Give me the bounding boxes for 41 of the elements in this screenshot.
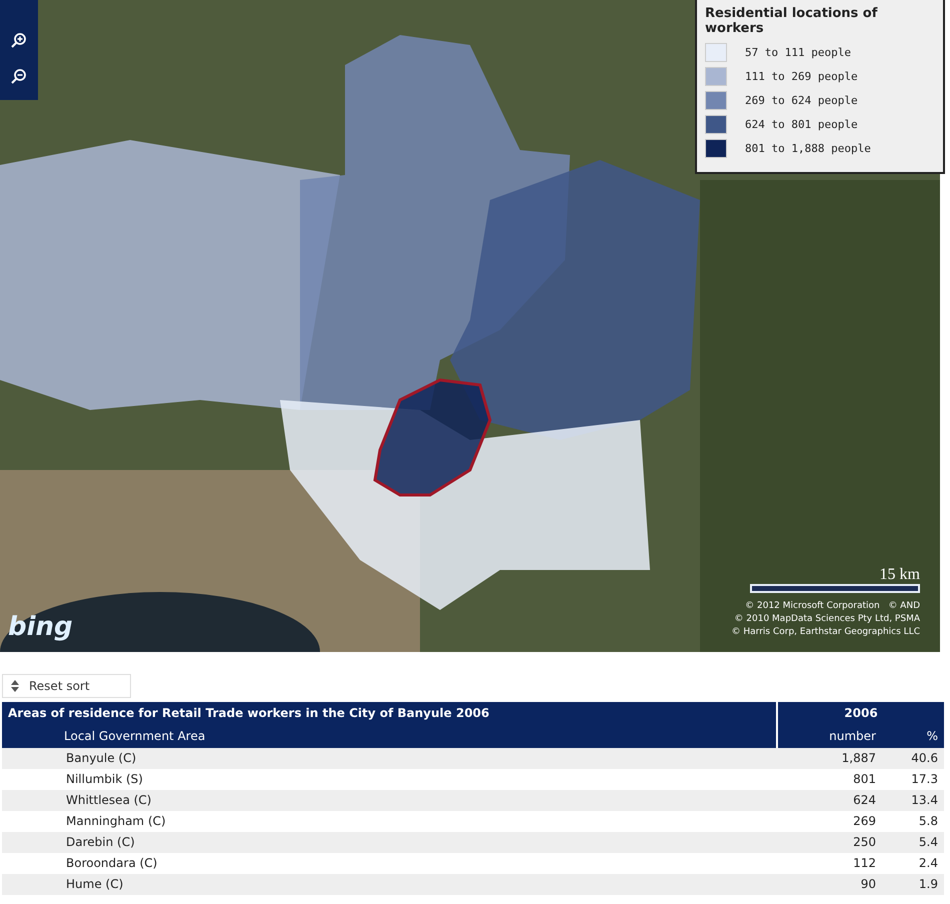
table-cell: Nillumbik (S) (2, 769, 777, 790)
table-cell: 40.6 (882, 748, 944, 769)
copyright-text: © 2012 Microsoft Corporation © AND (744, 600, 920, 613)
table-cell: 250 (777, 832, 882, 853)
copyright-text: © 2010 MapData Sciences Pty Ltd, PSMA (733, 613, 920, 626)
reset-sort-button[interactable]: Reset sort (2, 674, 131, 698)
copyright-text: © Harris Corp, Earthstar Geographics LLC (730, 626, 920, 639)
table-cell: 1.9 (882, 874, 944, 895)
table-cell: 17.3 (882, 769, 944, 790)
column-group-header: 2006 (777, 702, 944, 725)
table-cell: Whittlesea (C) (2, 790, 777, 811)
table-cell: 5.8 (882, 811, 944, 832)
table-cell: 13.4 (882, 790, 944, 811)
table-cell: 5.4 (882, 832, 944, 853)
legend-label: 624 to 801 people (745, 118, 858, 130)
table-cell: 624 (777, 790, 882, 811)
table-cell: Boroondara (C) (2, 853, 777, 874)
legend-label: 111 to 269 people (745, 70, 858, 82)
scale-label: 15 km (880, 566, 920, 584)
table-cell: 112 (777, 853, 882, 874)
table-cell: 90 (777, 874, 882, 895)
zoom-in-icon[interactable] (11, 32, 27, 48)
column-header[interactable]: Local Government Area (2, 725, 777, 748)
table-cell: 269 (777, 811, 882, 832)
table-cell: Banyule (C) (2, 748, 777, 769)
table-cell: 801 (777, 769, 882, 790)
table-cell: Darebin (C) (2, 832, 777, 853)
legend-title: Residential locations of workers (705, 6, 878, 36)
legend-label: 57 to 111 people (745, 46, 851, 58)
legend-label: 801 to 1,888 people (745, 142, 871, 154)
table-cell: Hume (C) (2, 874, 777, 895)
table-title: Areas of residence for Retail Trade workers in the City of Banyule 2006 (2, 702, 777, 725)
table-cell: Manningham (C) (2, 811, 777, 832)
column-header[interactable]: number (777, 725, 882, 748)
sort-icon (11, 680, 19, 692)
table-cell: 1,887 (777, 748, 882, 769)
legend-label: 269 to 624 people (745, 94, 858, 106)
zoom-out-icon[interactable] (11, 68, 27, 84)
column-header[interactable]: % (882, 725, 944, 748)
table-cell: 2.4 (882, 853, 944, 874)
bing-logo: bing (8, 612, 73, 642)
